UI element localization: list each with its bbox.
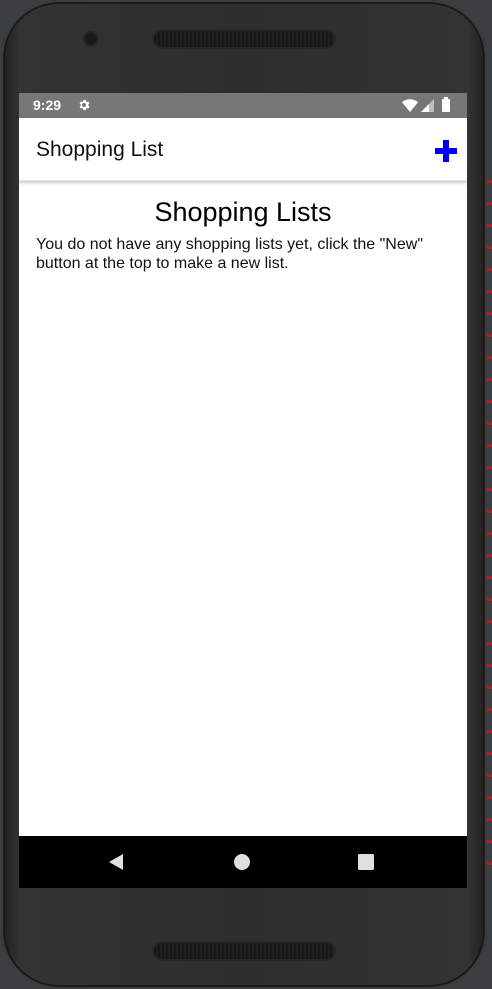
top-speaker-grille — [154, 31, 334, 47]
navigation-bar — [19, 836, 467, 888]
empty-state-message: You do not have any shopping lists yet, … — [36, 236, 423, 272]
front-camera — [85, 33, 97, 45]
home-icon[interactable] — [233, 853, 251, 871]
recents-icon[interactable] — [357, 853, 375, 871]
add-list-button[interactable] — [433, 138, 459, 164]
back-icon[interactable] — [108, 853, 126, 871]
wifi-icon — [402, 99, 418, 112]
bottom-speaker-grille — [154, 943, 334, 959]
page-heading: Shopping Lists — [154, 197, 332, 227]
app-title: Shopping List — [36, 138, 164, 161]
status-bar: 9:29 — [19, 93, 467, 118]
cell-signal-icon — [421, 99, 434, 112]
emulator-edge-markers — [487, 180, 492, 880]
status-time: 9:29 — [33, 97, 62, 113]
app-bar: Shopping List — [19, 118, 467, 181]
battery-icon — [442, 97, 450, 112]
device-screen: 9:29 Shopping List Shopping Lists You do… — [19, 93, 467, 888]
settings-icon — [79, 99, 90, 111]
